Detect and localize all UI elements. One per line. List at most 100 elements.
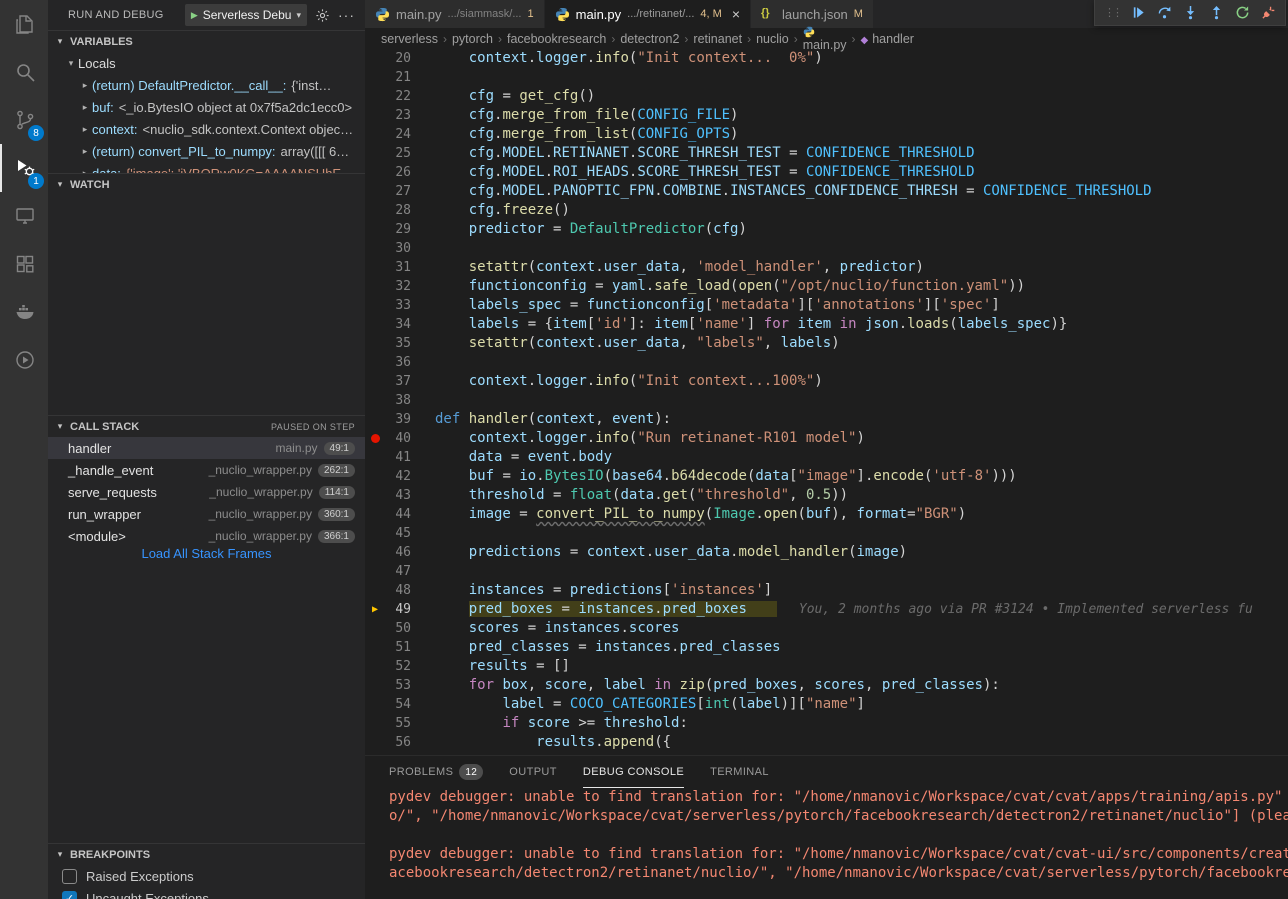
activity-run-circle-icon[interactable] xyxy=(0,336,48,384)
variable-value: {'image': 'iVBORw0KG=AAAANSUhE… xyxy=(126,166,354,174)
paused-status-badge: PAUSED ON STEP xyxy=(271,422,355,432)
code-line: 55 if score >= threshold: xyxy=(365,714,1288,733)
toolbar-drag-handle[interactable]: ⋮⋮ xyxy=(1104,6,1120,19)
variable-row[interactable]: ▸(return) DefaultPredictor.__call__:{'in… xyxy=(48,74,365,96)
code-token xyxy=(435,677,469,693)
breadcrumb-label: nuclio xyxy=(756,32,789,46)
code-token: context xyxy=(536,411,595,427)
frame-position-badge: 366:1 xyxy=(318,530,355,543)
editor-tab[interactable]: {}launch.jsonM xyxy=(751,0,874,28)
activity-run-and-debug-icon[interactable]: 1 xyxy=(0,144,48,192)
variable-row[interactable]: ▸buf:<_io.BytesIO object at 0x7f5a2dc1ec… xyxy=(48,96,365,118)
breadcrumb-item[interactable]: main.py xyxy=(803,26,847,52)
step-out-button[interactable] xyxy=(1209,5,1224,20)
line-number: 55 xyxy=(385,714,415,733)
variables-section-header[interactable]: ▾ VARIABLES xyxy=(48,30,365,52)
activity-remote-explorer-icon[interactable] xyxy=(0,192,48,240)
code-token: . xyxy=(595,259,603,275)
code-token xyxy=(519,715,527,731)
breadcrumb-item[interactable]: serverless xyxy=(381,32,438,46)
code-token: "image" xyxy=(798,468,857,484)
code-editor[interactable]: 20 context.logger.info("Init context... … xyxy=(365,49,1288,755)
code-token: . xyxy=(587,50,595,66)
breakpoints-section-header[interactable]: ▾ BREAKPOINTS xyxy=(48,843,365,865)
activity-source-control-icon[interactable]: 8 xyxy=(0,96,48,144)
panel-tab-problems[interactable]: PROBLEMS12 xyxy=(389,756,483,788)
breakpoint-indicator[interactable] xyxy=(365,434,385,443)
code-token: : xyxy=(679,715,687,731)
code-token: open xyxy=(764,506,798,522)
variable-name: (return) DefaultPredictor.__call__: xyxy=(92,78,286,93)
code-token: score xyxy=(545,677,587,693)
load-all-stack-frames-link[interactable]: Load All Stack Frames xyxy=(48,546,365,566)
code-token: base64 xyxy=(612,468,663,484)
code-line: 30 xyxy=(365,239,1288,258)
line-number: 29 xyxy=(385,220,415,239)
code-token: logger xyxy=(536,430,587,446)
tab-decoration-badge: 4, M xyxy=(700,8,721,20)
tab-decoration-badge: M xyxy=(854,8,863,20)
breakpoint-row[interactable]: Raised Exceptions xyxy=(48,865,365,887)
breadcrumb-item[interactable]: facebookresearch xyxy=(507,32,606,46)
editor-tab[interactable]: main.py.../retinanet/...4, M× xyxy=(545,0,751,28)
code-token: ): xyxy=(983,677,1000,693)
breadcrumb-item[interactable]: detectron2 xyxy=(620,32,679,46)
debug-console-output[interactable]: pydev debugger: unable to find translati… xyxy=(365,788,1288,899)
activity-docker-icon[interactable] xyxy=(0,288,48,336)
debug-config-dropdown[interactable]: ▶ Serverless Debu ▾ xyxy=(185,4,307,26)
gear-icon[interactable] xyxy=(315,8,330,23)
panel-tab-terminal[interactable]: TERMINAL xyxy=(710,756,769,788)
stack-frame[interactable]: <module>_nuclio_wrapper.py366:1 xyxy=(48,525,365,547)
step-into-button[interactable] xyxy=(1183,5,1198,20)
code-token: ( xyxy=(949,316,957,332)
restart-button[interactable] xyxy=(1235,5,1250,20)
code-token: predictions xyxy=(570,582,663,598)
code-line: 27 cfg.MODEL.PANOPTIC_FPN.COMBINE.INSTAN… xyxy=(365,182,1288,201)
step-over-button[interactable] xyxy=(1157,5,1172,20)
stack-frame[interactable]: run_wrapper_nuclio_wrapper.py360:1 xyxy=(48,503,365,525)
code-token: ) xyxy=(814,50,822,66)
checkbox[interactable]: ✓ xyxy=(62,891,77,899)
close-icon[interactable]: × xyxy=(732,7,740,21)
watch-section-header[interactable]: ▾ WATCH xyxy=(48,173,365,195)
call-stack-section-header[interactable]: ▾ CALL STACK PAUSED ON STEP xyxy=(48,415,365,437)
variable-row[interactable]: ▸(return) convert_PIL_to_numpy:array([[[… xyxy=(48,140,365,162)
line-number: 56 xyxy=(385,733,415,752)
breadcrumb-item[interactable]: pytorch xyxy=(452,32,493,46)
stack-frame[interactable]: _handle_event_nuclio_wrapper.py262:1 xyxy=(48,459,365,481)
code-line: 42 buf = io.BytesIO(base64.b64decode(dat… xyxy=(365,467,1288,486)
more-actions-icon[interactable]: ··· xyxy=(338,7,355,23)
activity-extensions-icon[interactable] xyxy=(0,240,48,288)
variable-row[interactable]: ▸context:<nuclio_sdk.context.Context obj… xyxy=(48,118,365,140)
code-token: pred_classes xyxy=(882,677,983,693)
code-line: 24 cfg.merge_from_list(CONFIG_OPTS) xyxy=(365,125,1288,144)
breadcrumb-item[interactable]: retinanet xyxy=(693,32,742,46)
disconnect-button[interactable] xyxy=(1261,5,1276,20)
code-token: cfg xyxy=(469,107,494,123)
python-file-icon xyxy=(555,7,570,22)
activity-search-icon[interactable] xyxy=(0,48,48,96)
panel-tab-debug-console[interactable]: DEBUG CONSOLE xyxy=(583,756,684,788)
code-token: , xyxy=(679,259,696,275)
stack-frame[interactable]: handlermain.py49:1 xyxy=(48,437,365,459)
code-token: ][ xyxy=(924,297,941,313)
breadcrumb-item[interactable]: nuclio xyxy=(756,32,789,46)
checkbox[interactable] xyxy=(62,869,77,884)
code-token: convert_PIL_to_numpy xyxy=(536,506,705,522)
panel-tab-output[interactable]: OUTPUT xyxy=(509,756,557,788)
breakpoint-row[interactable]: ✓Uncaught Exceptions xyxy=(48,887,365,899)
line-content: pred_boxes = instances.pred_boxes xyxy=(435,600,777,619)
continue-button[interactable] xyxy=(1131,5,1146,20)
code-token: ) xyxy=(738,221,746,237)
activity-explorer-icon[interactable] xyxy=(0,0,48,48)
stack-frame[interactable]: serve_requests_nuclio_wrapper.py114:1 xyxy=(48,481,365,503)
code-token: freeze xyxy=(502,202,553,218)
scope-locals[interactable]: ▾ Locals xyxy=(48,52,365,74)
line-number: 54 xyxy=(385,695,415,714)
code-token: for xyxy=(469,677,494,693)
breadcrumb-item[interactable]: ◆handler xyxy=(861,32,914,46)
variable-row[interactable]: ▸data:{'image': 'iVBORw0KG=AAAANSUhE… xyxy=(48,162,365,173)
line-number: 24 xyxy=(385,125,415,144)
editor-tab[interactable]: main.py.../siammask/...1 xyxy=(365,0,545,28)
code-token xyxy=(831,316,839,332)
